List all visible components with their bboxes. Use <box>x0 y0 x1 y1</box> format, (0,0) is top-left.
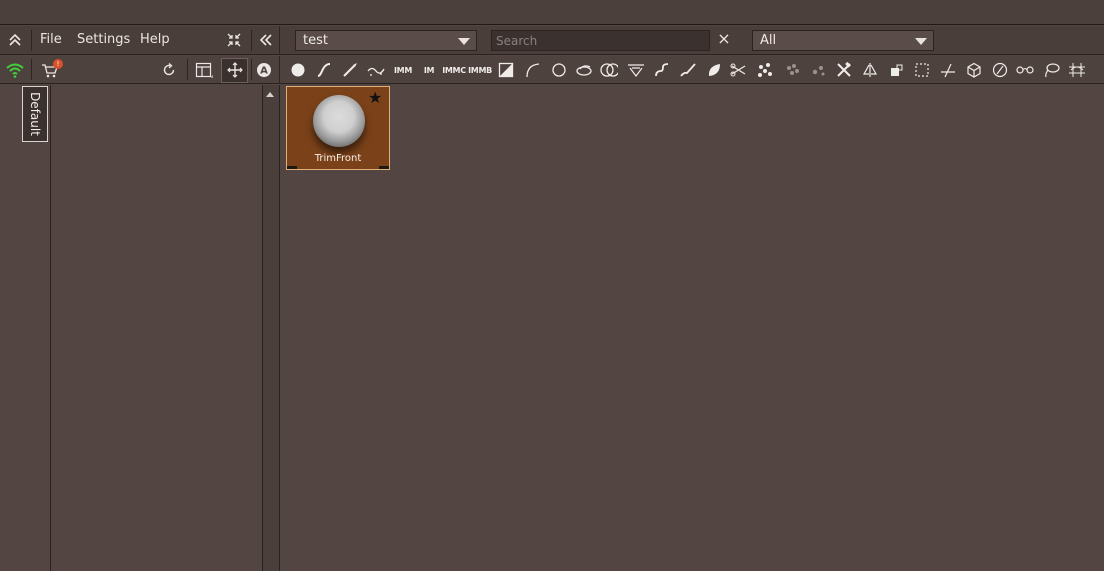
mask-rect-icon[interactable] <box>497 61 515 79</box>
brush-icon[interactable] <box>341 61 359 79</box>
tile-corner <box>287 166 297 169</box>
scissors-icon[interactable] <box>730 61 748 79</box>
pinch-icon[interactable] <box>627 61 645 79</box>
paint-brush-icon[interactable] <box>679 61 697 79</box>
tab-default[interactable]: Default <box>22 86 48 142</box>
filter-select[interactable]: All <box>752 30 934 51</box>
sidebar-panel <box>0 85 262 571</box>
tool-divider <box>187 59 188 80</box>
clear-search-icon[interactable]: × <box>716 29 732 48</box>
lasso-icon[interactable] <box>1042 61 1060 79</box>
item-label: TrimFront <box>314 153 362 164</box>
menu-settings[interactable]: Settings <box>77 32 130 47</box>
panel-divider <box>279 85 280 571</box>
notification-badge: ! <box>53 59 63 69</box>
a-circle-icon[interactable]: A <box>255 61 273 79</box>
rings-icon[interactable] <box>600 61 618 79</box>
step-icon[interactable] <box>653 61 671 79</box>
menu-file[interactable]: File <box>40 32 62 47</box>
chain-icon[interactable] <box>1016 61 1034 79</box>
menu-divider <box>31 30 32 51</box>
collapse-left-icon[interactable] <box>257 31 275 49</box>
title-strip <box>0 0 1104 25</box>
chevron-down-icon <box>915 38 927 45</box>
circle-icon[interactable] <box>550 61 568 79</box>
search-input[interactable] <box>491 30 710 51</box>
tool-divider <box>31 59 32 80</box>
slice-icon[interactable] <box>939 61 957 79</box>
tools-icon[interactable] <box>835 61 853 79</box>
select-rect-icon[interactable] <box>913 61 931 79</box>
dots-small-icon[interactable] <box>809 61 827 79</box>
wifi-icon[interactable] <box>6 61 24 79</box>
imm-tool[interactable]: IMM <box>393 61 413 79</box>
leaf-icon[interactable] <box>705 61 723 79</box>
panel-divider <box>279 56 280 84</box>
tab-default-label: Default <box>28 92 43 136</box>
refresh-icon[interactable] <box>160 61 178 79</box>
move-icon[interactable] <box>226 61 244 79</box>
stroke-icon[interactable] <box>367 61 385 79</box>
cube-icon[interactable] <box>965 61 983 79</box>
tool-divider <box>251 59 252 80</box>
curve-icon[interactable] <box>315 61 333 79</box>
svg-text:A: A <box>260 66 268 77</box>
dots-icon[interactable] <box>783 61 801 79</box>
sphere-thumbnail <box>313 95 365 147</box>
tile-corner <box>379 166 389 169</box>
fit-screen-icon[interactable] <box>226 32 242 48</box>
layout-icon[interactable] <box>195 61 213 79</box>
item-tile[interactable]: ★ TrimFront <box>286 86 390 170</box>
chevron-down-icon <box>458 38 470 45</box>
arc-icon[interactable] <box>524 61 542 79</box>
library-select-value: test <box>303 33 328 48</box>
scrollbar-track[interactable] <box>263 85 279 571</box>
sidebar-divider <box>50 85 51 571</box>
scroll-up-icon[interactable] <box>266 92 274 97</box>
immb-tool[interactable]: IMMB <box>468 61 492 79</box>
library-select[interactable]: test <box>295 30 477 51</box>
immc-tool[interactable]: IMMC <box>442 61 466 79</box>
collapse-up-icon[interactable] <box>6 31 24 49</box>
menu-divider <box>251 30 252 51</box>
favorite-star-icon[interactable]: ★ <box>368 90 382 106</box>
panel-divider <box>279 26 280 55</box>
filter-select-value: All <box>760 33 777 48</box>
sphere-icon[interactable] <box>289 61 307 79</box>
mirror-icon[interactable] <box>861 61 879 79</box>
clay-icon[interactable] <box>575 61 593 79</box>
tool-bar: ! A IMM IM IMMC IMMB <box>0 56 1104 84</box>
blocks-icon[interactable] <box>887 61 905 79</box>
circle-slash-icon[interactable] <box>991 61 1009 79</box>
grid-snake-icon[interactable] <box>1068 61 1086 79</box>
menu-help[interactable]: Help <box>140 32 170 47</box>
im-tool[interactable]: IM <box>420 61 438 79</box>
menu-bar: File Settings Help test × All <box>0 26 1104 55</box>
scatter-icon[interactable] <box>756 61 774 79</box>
